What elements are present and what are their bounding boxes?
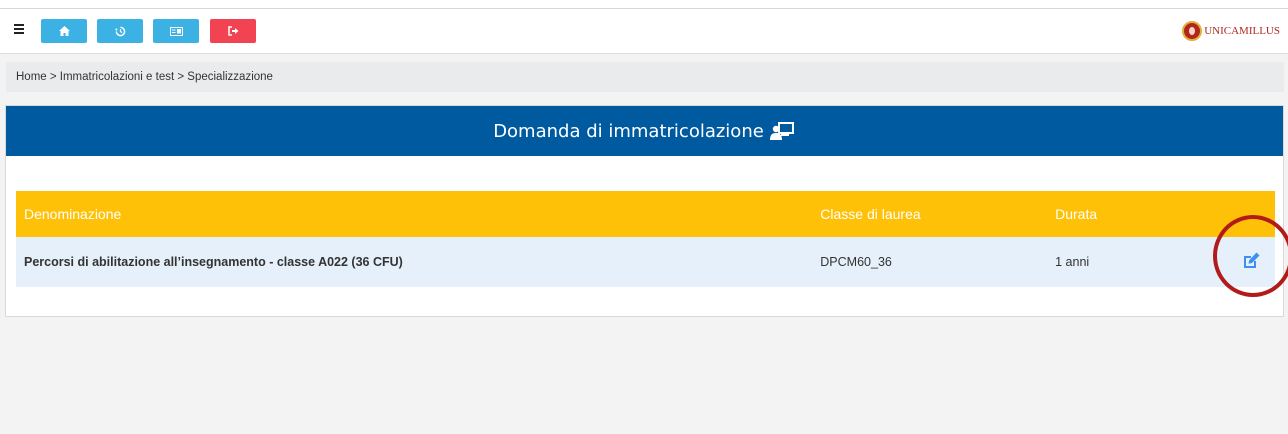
column-header-classe-di-laurea: Classe di laurea: [820, 206, 921, 222]
hamburger-icon[interactable]: [14, 22, 28, 36]
brand-name: UNICAMILLUS: [1204, 25, 1280, 37]
id-card-icon: [169, 26, 183, 36]
history-button[interactable]: [97, 19, 143, 43]
top-toolbar: UNICAMILLUS: [0, 8, 1288, 54]
history-icon: [114, 26, 125, 36]
enrollment-card: Domanda di immatricolazione Denominazion…: [5, 105, 1284, 317]
column-header-actions: [1233, 191, 1275, 237]
presentation-icon: [769, 121, 796, 141]
table-row: Percorsi di abilitazione all’insegnament…: [16, 237, 1275, 287]
breadcrumb: Home > Immatricolazioni e test > Special…: [6, 62, 1284, 92]
edit-icon[interactable]: [1241, 251, 1261, 271]
logout-button[interactable]: [210, 19, 256, 43]
page-title: Domanda di immatricolazione: [493, 120, 764, 142]
id-card-button[interactable]: [153, 19, 199, 43]
column-header-denominazione: Denominazione: [24, 206, 122, 222]
logout-icon: [227, 26, 238, 36]
breadcrumb-text: Home > Immatricolazioni e test > Special…: [16, 71, 273, 83]
row-actions: [1233, 237, 1275, 287]
unicamillus-logo[interactable]: UNICAMILLUS: [1182, 19, 1280, 43]
home-icon: [58, 26, 70, 36]
column-header-durata: Durata: [1055, 206, 1098, 222]
card-header: Domanda di immatricolazione: [6, 106, 1283, 156]
enrollment-table: Denominazione Classe di laurea Durata Pe…: [16, 191, 1275, 287]
top-strip: [0, 0, 1288, 8]
table-header-row: Denominazione Classe di laurea Durata: [16, 191, 1275, 237]
home-button[interactable]: [41, 19, 87, 43]
course-name: Percorsi di abilitazione all’insegnament…: [24, 255, 403, 269]
university-seal-icon: [1182, 21, 1203, 41]
degree-class: DPCM60_36: [820, 255, 892, 269]
duration: 1 anni: [1055, 255, 1090, 269]
